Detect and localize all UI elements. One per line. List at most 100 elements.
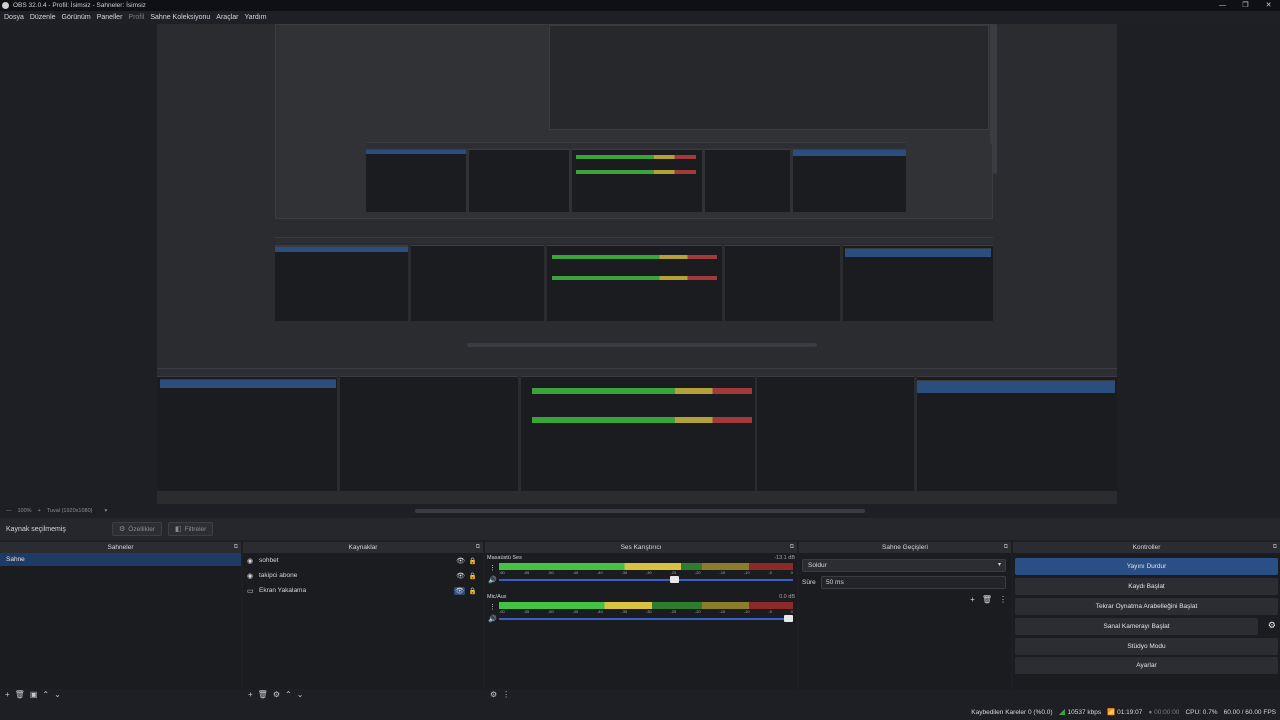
channel-db: -13.1 dB bbox=[774, 555, 795, 561]
move-scene-down-button[interactable]: ⌄ bbox=[54, 690, 61, 699]
lock-icon[interactable]: 🔒 bbox=[469, 572, 477, 580]
meter-tick-label: -40 bbox=[596, 609, 603, 614]
nested-sources-panel bbox=[411, 245, 544, 321]
add-transition-button[interactable]: + bbox=[970, 595, 975, 604]
filters-label: Filtreler bbox=[184, 525, 207, 533]
properties-button[interactable]: ⚙ Özellikler bbox=[112, 522, 163, 536]
lock-icon[interactable]: 🔒 bbox=[469, 557, 477, 565]
nested-dock-header bbox=[366, 142, 906, 148]
scene-item[interactable]: Sahne bbox=[0, 553, 241, 566]
nested-controls-panel bbox=[793, 149, 906, 212]
source-item[interactable]: ◉ takipci abone 👁 🔒 bbox=[243, 568, 483, 583]
transition-menu-button[interactable]: ⋮ bbox=[999, 595, 1007, 604]
minimize-button[interactable]: — bbox=[1211, 0, 1234, 11]
visibility-eye-icon[interactable]: 👁 bbox=[454, 586, 465, 595]
visibility-eye-icon[interactable]: 👁 bbox=[456, 572, 465, 580]
channel-menu-icon[interactable]: ⋮ bbox=[489, 564, 496, 572]
undock-icon[interactable]: ⧉ bbox=[1273, 542, 1277, 553]
mixer-dock-title: Ses Karıştırıcı bbox=[620, 544, 662, 551]
cpu-usage: CPU: 0.7% bbox=[1185, 708, 1218, 716]
mixer-menu-button[interactable]: ⋮ bbox=[502, 690, 510, 699]
scenes-list: Sahne bbox=[0, 553, 241, 689]
start-recording-button[interactable]: Kaydı Başlat bbox=[1015, 578, 1278, 595]
nested-transitions-panel bbox=[757, 376, 914, 491]
title-bar: OBS 32.0.4 - Profil: İsimsiz - Sahneler:… bbox=[0, 0, 1280, 11]
nested-scene-selected bbox=[160, 379, 336, 388]
sources-dock-header: Kaynaklar ⧉ bbox=[243, 542, 483, 553]
controls-dock: Kontroller ⧉ Yayını Durdur Kaydı Başlat … bbox=[1013, 542, 1280, 689]
stop-streaming-button[interactable]: Yayını Durdur bbox=[1015, 558, 1278, 575]
undock-icon[interactable]: ⧉ bbox=[234, 542, 238, 553]
maximize-button[interactable]: ❐ bbox=[1234, 0, 1257, 11]
source-properties-button[interactable]: ⚙ bbox=[273, 690, 280, 699]
menu-help[interactable]: Yardım bbox=[244, 14, 266, 21]
remove-source-button[interactable]: 🗑 bbox=[258, 690, 268, 699]
canvas-select[interactable]: Tuval (1920x1080) bbox=[47, 508, 93, 514]
lock-icon[interactable]: 🔒 bbox=[469, 587, 477, 595]
undock-icon[interactable]: ⧉ bbox=[1004, 542, 1008, 553]
start-virtual-camera-button[interactable]: Sanal Kamerayı Başlat bbox=[1015, 618, 1258, 635]
duration-label: Süre bbox=[802, 579, 816, 586]
menu-docks[interactable]: Paneller bbox=[97, 14, 123, 21]
speaker-icon[interactable]: 🔊 bbox=[488, 576, 497, 584]
menu-edit[interactable]: Düzenle bbox=[30, 14, 56, 21]
volume-meter-level bbox=[499, 602, 652, 609]
canvas-dropdown-icon[interactable]: ▾ bbox=[104, 508, 107, 514]
nested-dock-header bbox=[157, 368, 1117, 376]
scene-transitions-dock: Sahne Geçişleri ⧉ Soldur ▾ Süre 50 ms + … bbox=[799, 542, 1011, 689]
volume-fader[interactable] bbox=[499, 618, 793, 620]
menu-file[interactable]: Dosya bbox=[4, 14, 24, 21]
source-label: Ekran Yakalama bbox=[259, 587, 307, 594]
menu-view[interactable]: Görünüm bbox=[62, 14, 91, 21]
properties-label: Özellikler bbox=[128, 525, 156, 533]
meter-tick-label: -30 bbox=[645, 609, 652, 614]
preview-horizontal-scrollbar[interactable] bbox=[415, 509, 865, 513]
volume-fader[interactable] bbox=[499, 579, 793, 581]
move-source-down-button[interactable]: ⌄ bbox=[297, 690, 304, 699]
record-time-value: 00:00:00 bbox=[1154, 708, 1180, 716]
close-button[interactable]: ✕ bbox=[1257, 0, 1280, 11]
menu-profile[interactable]: Profil bbox=[128, 14, 144, 21]
controls-dock-title: Kontroller bbox=[1132, 544, 1161, 551]
settings-button[interactable]: Ayarlar bbox=[1015, 657, 1278, 674]
source-label: takipci abone bbox=[259, 572, 298, 579]
nested-scrollbar bbox=[993, 24, 997, 174]
remove-transition-button[interactable]: 🗑 bbox=[982, 595, 992, 604]
dropped-frames: Kaybedilen Kareler 0 (%0.0) bbox=[971, 708, 1053, 716]
move-scene-up-button[interactable]: ⌃ bbox=[42, 690, 49, 699]
zoom-out-button[interactable]: — bbox=[6, 508, 12, 514]
source-item[interactable]: ◉ sohbet 👁 🔒 bbox=[243, 553, 483, 568]
nested-scene-selected bbox=[275, 246, 408, 252]
add-scene-button[interactable]: + bbox=[5, 690, 10, 699]
volume-fader-knob[interactable] bbox=[670, 576, 679, 583]
add-source-button[interactable]: + bbox=[248, 690, 253, 699]
preview-canvas[interactable] bbox=[157, 24, 1117, 504]
meter-tick-label: -10 bbox=[743, 570, 750, 575]
speaker-icon[interactable]: 🔊 bbox=[488, 615, 497, 623]
menu-tools[interactable]: Araçlar bbox=[216, 14, 238, 21]
scene-filters-button[interactable]: ▣ bbox=[30, 690, 38, 699]
nested-scrollbar bbox=[467, 343, 817, 347]
visibility-eye-icon[interactable]: 👁 bbox=[456, 557, 465, 565]
undock-icon[interactable]: ⧉ bbox=[790, 542, 794, 553]
start-replay-buffer-button[interactable]: Tekrar Oynatma Arabelleğini Başlat bbox=[1015, 598, 1278, 615]
zoom-in-button[interactable]: + bbox=[38, 508, 41, 514]
nested-capture-level-1 bbox=[275, 24, 993, 219]
undock-icon[interactable]: ⧉ bbox=[476, 542, 480, 553]
move-source-up-button[interactable]: ⌃ bbox=[285, 690, 292, 699]
studio-mode-button[interactable]: Stüdyo Modu bbox=[1015, 638, 1278, 655]
volume-fader-knob[interactable] bbox=[784, 615, 793, 622]
menu-scene-collection[interactable]: Sahne Koleksiyonu bbox=[150, 14, 210, 21]
preview-area[interactable] bbox=[0, 24, 1280, 504]
browser-icon: ◉ bbox=[247, 572, 254, 580]
meter-tick-label: -5 bbox=[768, 609, 772, 614]
filters-button[interactable]: ◧ Filtreler bbox=[168, 522, 214, 536]
advanced-audio-button[interactable]: ⚙ bbox=[490, 690, 497, 699]
source-item[interactable]: ▭ Ekran Yakalama 👁 🔒 bbox=[243, 583, 483, 598]
transition-select[interactable]: Soldur ▾ bbox=[802, 559, 1006, 572]
transition-selected: Soldur bbox=[808, 562, 827, 569]
remove-scene-button[interactable]: 🗑 bbox=[15, 690, 25, 699]
duration-input[interactable]: 50 ms bbox=[821, 576, 1006, 589]
gear-icon[interactable]: ⚙ bbox=[1268, 620, 1276, 631]
channel-menu-icon[interactable]: ⋮ bbox=[489, 603, 496, 611]
